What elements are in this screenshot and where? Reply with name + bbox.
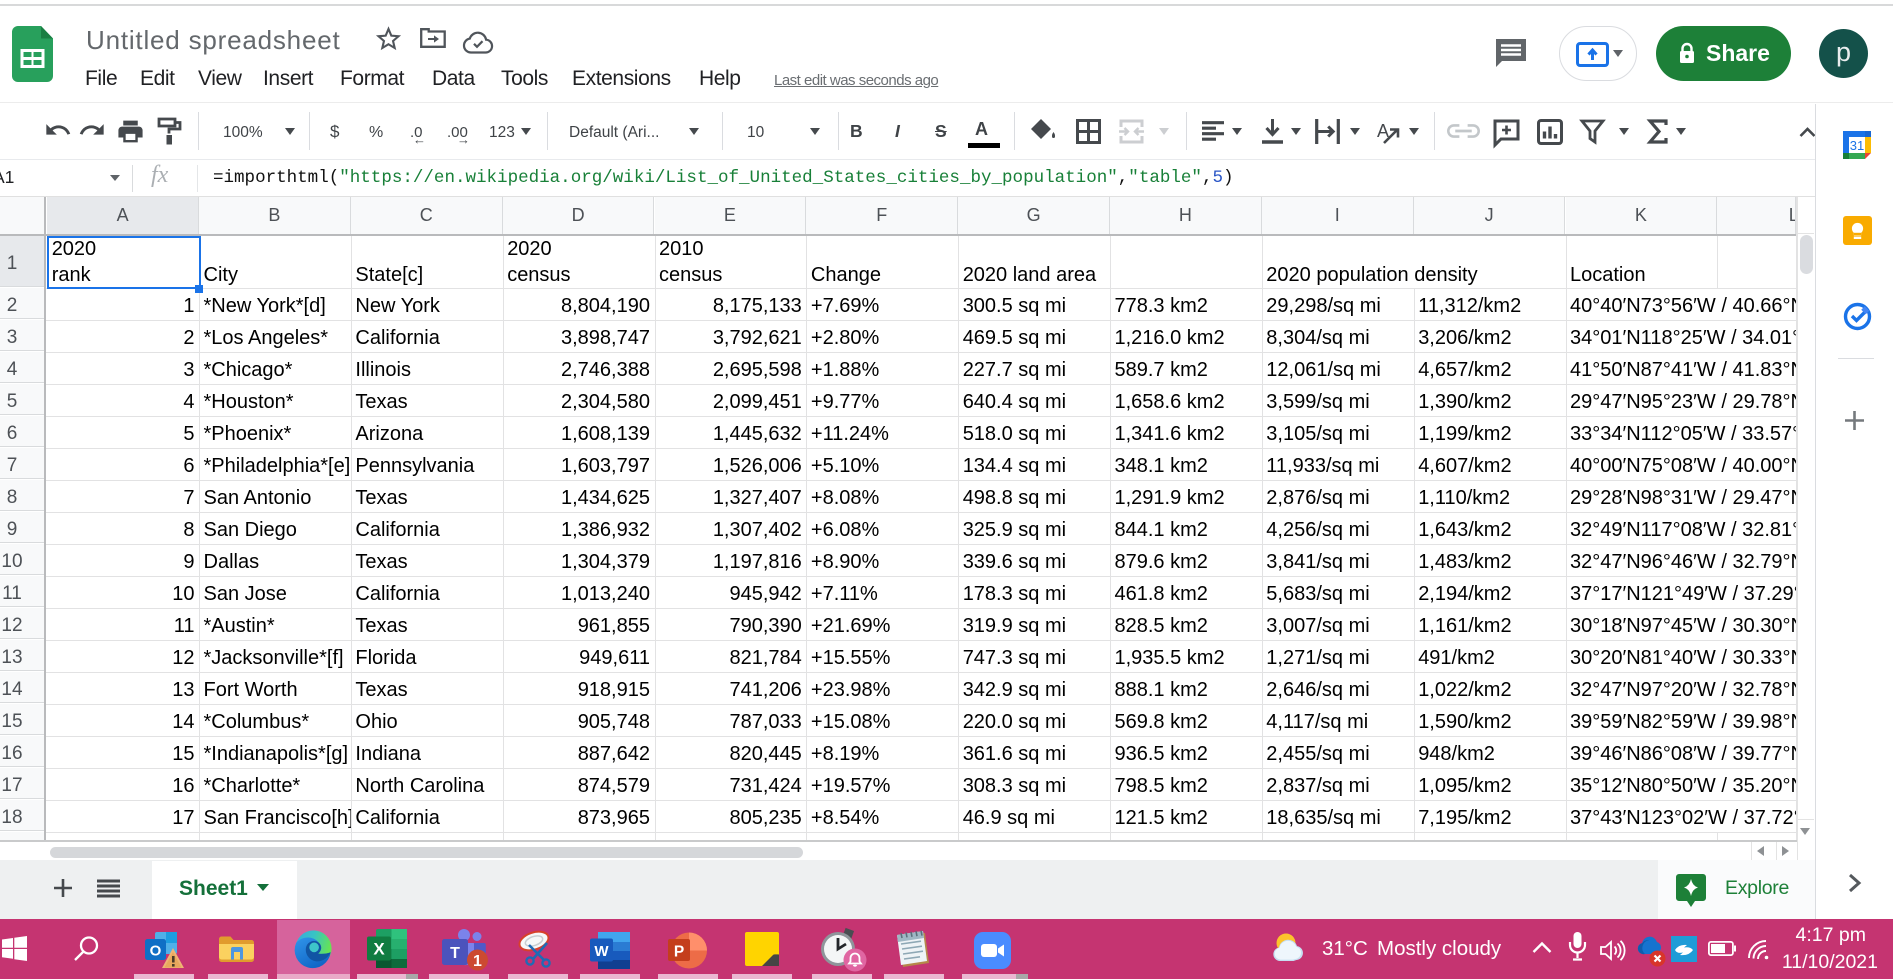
svg-text:W: W [594,943,609,960]
svg-text:O: O [150,943,162,960]
svg-text:P: P [674,944,684,961]
svg-text:1: 1 [473,953,482,970]
svg-text:T: T [450,945,460,962]
svg-text:X: X [373,940,385,959]
svg-text:31: 31 [1850,138,1864,153]
